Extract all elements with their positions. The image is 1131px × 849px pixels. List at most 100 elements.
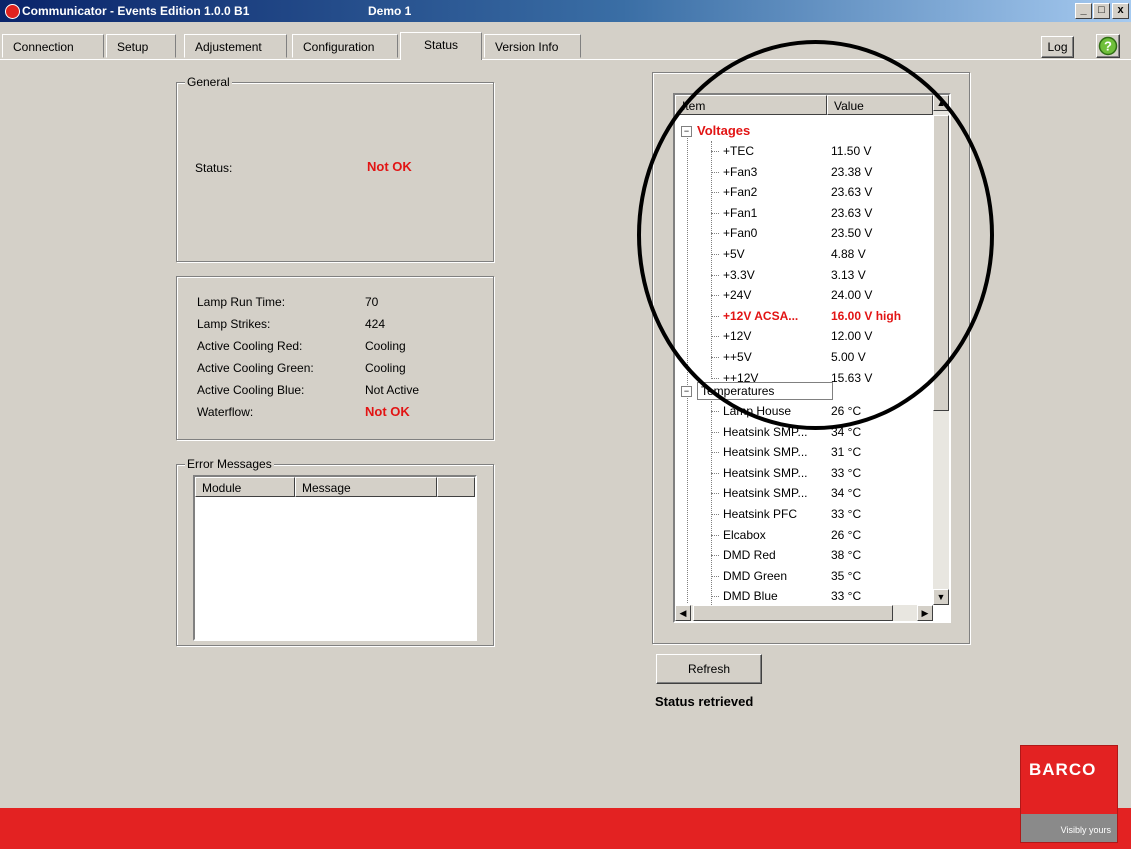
- tree-item-value: 23.38 V: [831, 164, 873, 179]
- tab-configuration[interactable]: Configuration: [292, 34, 398, 58]
- tree-connector: [711, 254, 719, 255]
- column-value[interactable]: Value: [827, 95, 933, 115]
- tree-connector: [711, 377, 719, 379]
- tree-item-label: +5V: [723, 247, 745, 261]
- tab-divider: [0, 59, 1131, 60]
- error-messages-list[interactable]: Module Message: [193, 475, 477, 641]
- log-button[interactable]: Log: [1041, 36, 1074, 58]
- tree-connector: [711, 151, 719, 152]
- window-title: Communicator - Events Edition 1.0.0 B1: [22, 4, 250, 18]
- collapse-icon[interactable]: −: [681, 126, 692, 137]
- tree-connector: [711, 534, 719, 536]
- brand-name: BARCO: [1029, 760, 1097, 779]
- status-label: Status:: [195, 161, 233, 175]
- tree-line-voltages: [711, 141, 713, 379]
- tree-item-label: Heatsink SMP...: [723, 465, 808, 480]
- tree-connector: [711, 274, 719, 276]
- tree-item-value: 35 °C: [831, 568, 862, 583]
- tree-item-value: 15.63 V: [831, 370, 873, 385]
- voltages-label: Voltages: [697, 123, 751, 138]
- status-value: Not OK: [367, 159, 412, 174]
- tree-item-value: 23.63 V: [831, 205, 873, 220]
- tree-connector: [711, 596, 719, 598]
- lamp-run-time-value: 70: [365, 295, 379, 309]
- footer-bar: [0, 808, 1131, 849]
- error-messages-group: Error Messages Module Message: [176, 457, 494, 646]
- cooling-blue-value: Not Active: [365, 383, 420, 397]
- tree-item-label: Heatsink SMP...: [723, 424, 808, 439]
- tree-item-value: 5.00 V: [831, 350, 866, 364]
- scroll-down-icon[interactable]: ▼: [933, 589, 949, 605]
- tree-item-label: +24V: [723, 288, 752, 303]
- tab-adjustement[interactable]: Adjustement: [184, 34, 287, 58]
- title-bar: Communicator - Events Edition 1.0.0 B1 D…: [0, 0, 1131, 22]
- lamp-strikes-value: 424: [365, 317, 386, 331]
- column-message[interactable]: Message: [295, 477, 437, 497]
- tree-item-value: 33 °C: [831, 507, 862, 521]
- scroll-up-icon[interactable]: ▲: [933, 95, 949, 111]
- tree-item-value: 26 °C: [831, 527, 862, 542]
- tab-connection[interactable]: Connection: [2, 34, 104, 58]
- tree-connector: [711, 171, 719, 173]
- brand-tagline: Visibly yours: [1060, 825, 1111, 835]
- tree-item-label: Elcabox: [723, 527, 766, 542]
- tree-item-value: 34 °C: [831, 424, 862, 439]
- minimize-button[interactable]: _: [1075, 3, 1092, 19]
- tree-connector: [711, 336, 719, 338]
- status-tree[interactable]: Item Value − Voltages +TEC 11.50 V +Fan3 23…: [673, 93, 951, 623]
- tree-item-label: Heatsink SMP...: [723, 445, 808, 460]
- tree-item-value: 3.13 V: [831, 267, 866, 282]
- tree-item-label: +Fan2: [723, 185, 758, 200]
- tree-item-label: +3.3V: [723, 267, 755, 282]
- tree-connector: [711, 514, 719, 515]
- temperatures-label: Temperatures: [697, 382, 833, 400]
- close-button[interactable]: x: [1112, 3, 1129, 19]
- tree-item-label: +12V: [723, 329, 752, 344]
- tree-connector: [711, 192, 719, 194]
- waterflow-value: Not OK: [365, 404, 410, 419]
- tree-horizontal-scrollbar[interactable]: ◀ ▶: [675, 605, 933, 621]
- cooling-red-value: Cooling: [365, 339, 406, 353]
- tab-version-info[interactable]: Version Info: [484, 34, 581, 58]
- tree-item-label: +12V ACSA...: [723, 308, 799, 323]
- collapse-icon[interactable]: −: [681, 386, 692, 397]
- tree-item-value: 12.00 V: [831, 329, 873, 344]
- tree-item-value: 33 °C: [831, 589, 862, 604]
- tab-setup[interactable]: Setup: [106, 34, 176, 58]
- barco-logo: BARCO Visibly yours: [1021, 746, 1117, 842]
- tree-connector: [711, 555, 719, 557]
- tree-item-label: Heatsink SMP...: [723, 486, 808, 501]
- waterflow-label: Waterflow:: [197, 405, 254, 419]
- help-icon: ?: [1098, 36, 1118, 56]
- brand-strip: Visibly yours: [1021, 814, 1117, 842]
- tree-item-label: +Fan1: [723, 205, 758, 220]
- tree-item-label: DMD Green: [723, 568, 788, 583]
- error-messages-label: Error Messages: [185, 457, 274, 471]
- tree-item-value: 31 °C: [831, 445, 862, 460]
- tree-item-label: DMD Blue: [723, 589, 778, 604]
- tree-connector: [711, 295, 719, 297]
- cooling-green-label: Active Cooling Green:: [197, 361, 314, 375]
- tree-connector: [711, 472, 719, 474]
- column-item[interactable]: Item: [675, 95, 827, 115]
- scroll-thumb[interactable]: [933, 115, 949, 411]
- help-button[interactable]: ?: [1096, 34, 1120, 58]
- tree-connector: [711, 315, 719, 317]
- maximize-button[interactable]: □: [1093, 3, 1110, 19]
- scroll-right-icon[interactable]: ▶: [917, 605, 933, 621]
- tree-vertical-scrollbar[interactable]: ▲ ▼: [933, 95, 949, 605]
- tree-item-value: 23.50 V: [831, 226, 873, 241]
- column-spare[interactable]: [437, 477, 475, 497]
- refresh-button[interactable]: Refresh: [656, 654, 762, 684]
- scroll-left-icon[interactable]: ◀: [675, 605, 691, 621]
- tree-item-value: 23.63 V: [831, 185, 873, 200]
- tree-item-value: 24.00 V: [831, 288, 873, 303]
- tree-line-root: [687, 133, 689, 603]
- tree-item-value: 11.50 V: [831, 144, 872, 158]
- tab-status[interactable]: Status: [400, 32, 482, 60]
- status-message: Status retrieved: [655, 694, 754, 709]
- tree-connector: [711, 431, 719, 433]
- scroll-h-thumb[interactable]: [693, 605, 893, 621]
- column-module[interactable]: Module: [195, 477, 295, 497]
- tree-connector: [711, 452, 719, 454]
